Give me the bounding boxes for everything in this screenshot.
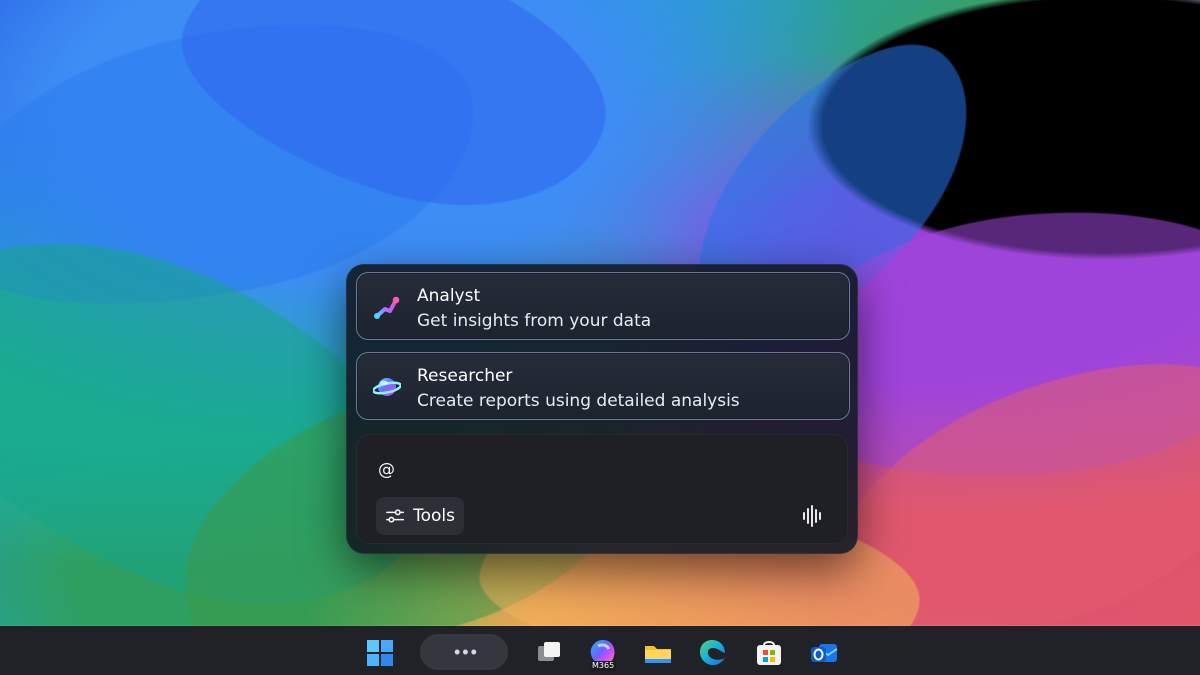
tools-label: Tools — [413, 506, 455, 526]
store-icon — [757, 641, 781, 665]
sliders-icon — [386, 509, 405, 523]
edge-icon — [700, 640, 725, 666]
taskbar-search-pill[interactable]: ••• — [420, 634, 508, 670]
analyst-icon — [374, 296, 400, 319]
outlook-icon — [811, 644, 838, 662]
file-explorer-button[interactable] — [642, 637, 674, 669]
researcher-agent-option[interactable]: Researcher Create reports using detailed… — [356, 352, 850, 420]
researcher-title: Researcher — [417, 366, 513, 386]
outlook-button[interactable] — [808, 637, 840, 669]
analyst-title: Analyst — [417, 286, 481, 306]
edge-button[interactable] — [697, 637, 729, 669]
microsoft-365-copilot-button[interactable]: M365 — [587, 637, 619, 671]
copilot-agent-picker: Analyst Get insights from your data Rese… — [346, 264, 858, 554]
dots-icon: ••• — [454, 642, 479, 662]
task-view-icon — [538, 642, 560, 661]
task-view-button[interactable] — [532, 637, 564, 669]
m365-badge: M365 — [590, 661, 617, 671]
researcher-description: Create reports using detailed analysis — [417, 391, 740, 411]
researcher-icon — [373, 378, 401, 396]
voice-input-button[interactable] — [798, 501, 828, 531]
copilot-prompt-composer: Tools — [356, 434, 848, 544]
folder-icon — [645, 646, 671, 663]
analyst-agent-option[interactable]: Analyst Get insights from your data — [356, 272, 850, 340]
windows-start-button[interactable] — [364, 637, 396, 669]
windows-logo-icon — [367, 640, 393, 666]
tools-button[interactable]: Tools — [376, 497, 464, 535]
audio-waveform-icon — [803, 505, 821, 527]
copilot-prompt-input[interactable] — [378, 456, 798, 484]
analyst-description: Get insights from your data — [417, 311, 652, 331]
microsoft-store-button[interactable] — [753, 637, 785, 669]
windows-taskbar: ••• M365 — [0, 626, 1200, 675]
